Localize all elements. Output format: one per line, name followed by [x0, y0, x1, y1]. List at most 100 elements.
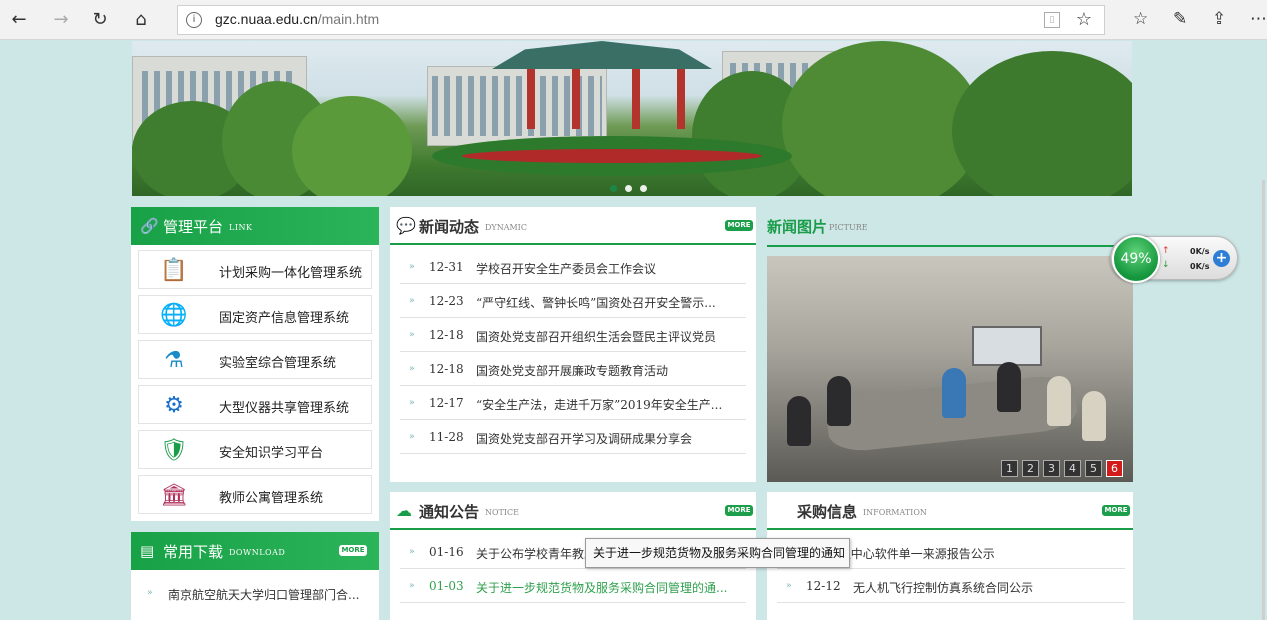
bullet-icon: »	[409, 432, 415, 442]
download-more-button[interactable]: MORE	[339, 545, 367, 556]
notice-date: 01-03	[429, 579, 464, 593]
photo-page-button[interactable]: 3	[1043, 460, 1060, 477]
forward-icon[interactable]: →	[50, 9, 72, 31]
photo-page-button[interactable]: 5	[1085, 460, 1102, 477]
more-menu-icon[interactable]: ⋯	[1250, 9, 1267, 29]
favorite-star-icon[interactable]: ☆	[1076, 9, 1092, 30]
sys-item-lab[interactable]: ⚗ 实验室综合管理系统	[138, 340, 372, 379]
pavilion-column	[527, 69, 535, 129]
purchase-subtitle: INFORMATION	[863, 508, 927, 517]
news-photo[interactable]: 123456	[767, 256, 1133, 482]
news-title: 新闻动态	[419, 218, 480, 236]
photo-page-button[interactable]: 1	[1001, 460, 1018, 477]
purchase-more-button[interactable]: MORE	[1102, 505, 1130, 516]
management-header: 🔗 管理平台 LINK	[131, 207, 379, 245]
sys-item-instruments[interactable]: ⚙ 大型仪器共享管理系统	[138, 385, 372, 424]
download-item-text: 南京航空航天大学归口管理部门合...	[168, 588, 360, 602]
bullet-icon: »	[409, 581, 415, 591]
globe-refresh-icon: 🌐	[160, 303, 188, 328]
chat-icon: 💬	[396, 216, 416, 235]
news-item[interactable]: » 11-28 国资处党支部召开学习及调研成果分享会	[400, 420, 746, 454]
pictures-subtitle: PICTURE	[829, 223, 868, 232]
news-date: 12-31	[429, 260, 464, 274]
news-item[interactable]: » 12-18 国资处党支部开展廉政专题教育活动	[400, 352, 746, 386]
link-icon: 🔗	[140, 217, 159, 235]
notice-date: 01-16	[429, 545, 464, 559]
cloud-download-icon: ☁	[396, 501, 412, 520]
sys-label: 大型仪器共享管理系统	[219, 401, 350, 416]
gear-instrument-icon: ⚙	[164, 393, 184, 418]
photo-page-button[interactable]: 4	[1064, 460, 1081, 477]
favorites-list-icon[interactable]: ☆	[1133, 9, 1148, 29]
page-scrollbar[interactable]	[1262, 180, 1265, 620]
news-text: 学校召开安全生产委员会工作会议	[476, 262, 657, 276]
projection-screen	[972, 326, 1042, 366]
news-text: 国资处党支部开展廉政专题教育活动	[476, 364, 669, 378]
person	[787, 396, 811, 446]
news-item[interactable]: » 12-17 “安全生产法，走进千万家”2019年安全生产...	[400, 386, 746, 420]
share-icon[interactable]: ⇪	[1212, 9, 1226, 29]
news-date: 12-23	[429, 294, 464, 308]
sys-item-apartment[interactable]: 🏛 教师公寓管理系统	[138, 475, 372, 514]
notice-more-button[interactable]: MORE	[725, 505, 753, 516]
home-icon[interactable]: ⌂	[130, 9, 152, 31]
purchase-title: 采购信息	[797, 503, 858, 521]
bullet-icon: »	[147, 588, 153, 598]
photo-page-button[interactable]: 6	[1106, 460, 1123, 477]
browser-toolbar: ← → ↻ ⌂ i gzc.nuaa.edu.cn/main.htm ▯ ☆ ☆…	[0, 0, 1267, 40]
news-item[interactable]: » 12-23 “严守红线、警钟长鸣”国资处召开安全警示...	[400, 284, 746, 318]
refresh-icon[interactable]: ↻	[89, 9, 111, 31]
news-item[interactable]: » 12-31 学校召开安全生产委员会工作会议	[400, 250, 746, 284]
person	[1082, 391, 1106, 441]
sys-item-safety[interactable]: 🛡 安全知识学习平台	[138, 430, 372, 469]
sys-item-fixed-assets[interactable]: 🌐 固定资产信息管理系统	[138, 295, 372, 334]
address-bar[interactable]: i gzc.nuaa.edu.cn/main.htm ▯ ☆	[177, 5, 1105, 35]
download-item[interactable]: » 南京航空航天大学归口管理部门合...	[131, 576, 379, 610]
bullet-icon: »	[409, 547, 415, 557]
notice-header: ☁ 通知公告 NOTICE MORE	[390, 492, 756, 530]
pavilion-roof	[492, 41, 712, 69]
news-subtitle: DYNAMIC	[485, 223, 527, 232]
news-header: 💬 新闻动态 DYNAMIC MORE	[390, 207, 756, 245]
sys-item-procurement[interactable]: 📋 计划采购一体化管理系统	[138, 250, 372, 289]
photo-page-button[interactable]: 2	[1022, 460, 1039, 477]
url-text[interactable]: gzc.nuaa.edu.cn/main.htm	[215, 11, 379, 27]
news-item[interactable]: » 12-18 国资处党支部召开组织生活会暨民主评议党员	[400, 318, 746, 352]
banner-dot[interactable]	[625, 185, 632, 192]
sys-label: 计划采购一体化管理系统	[219, 266, 363, 281]
sys-label: 固定资产信息管理系统	[219, 311, 350, 326]
news-date: 11-28	[429, 430, 464, 444]
clipboard-icon: 📋	[160, 258, 188, 283]
banner-dot[interactable]	[610, 185, 617, 192]
download-header: ▤ 常用下载 DOWNLOAD MORE	[131, 532, 379, 570]
download-panel: ▤ 常用下载 DOWNLOAD MORE » 南京航空航天大学归口管理部门合..…	[131, 532, 379, 620]
notice-text: 关于进一步规范货物及服务采购合同管理的通...	[476, 581, 728, 595]
pictures-header: 新闻图片 PICTURE	[767, 207, 1133, 247]
news-more-button[interactable]: MORE	[725, 220, 753, 231]
person	[827, 376, 851, 426]
document-icon: ▤	[140, 542, 155, 560]
purchase-header: 采购信息 INFORMATION MORE	[767, 492, 1133, 530]
upload-speed: 0K/s	[1190, 247, 1210, 256]
person	[942, 368, 966, 418]
notice-title: 通知公告	[419, 503, 480, 521]
reading-view-icon[interactable]: ▯	[1044, 12, 1060, 28]
back-icon[interactable]: ←	[8, 9, 30, 31]
banner-dot[interactable]	[640, 185, 647, 192]
pavilion-column	[677, 69, 685, 129]
purchase-date: 12-12	[806, 579, 841, 593]
campus-banner[interactable]	[132, 41, 1132, 196]
widget-plus-icon[interactable]: +	[1213, 250, 1230, 267]
flower-bed	[462, 149, 762, 163]
purchase-item[interactable]: » 12-12 无人机飞行控制仿真系统合同公示	[777, 569, 1125, 603]
download-arrow-icon: ↓	[1162, 260, 1170, 270]
management-title: 管理平台	[163, 218, 224, 236]
news-text: 国资处党支部召开组织生活会暨民主评议党员	[476, 330, 717, 344]
news-date: 12-17	[429, 396, 464, 410]
pen-icon[interactable]: ✎	[1173, 9, 1187, 29]
info-icon[interactable]: i	[186, 12, 202, 28]
notice-item[interactable]: » 01-03 关于进一步规范货物及服务采购合同管理的通...	[400, 569, 746, 603]
bullet-icon: »	[409, 398, 415, 408]
net-percent-gauge[interactable]: 49%	[1112, 235, 1160, 283]
photo-pager: 123456	[997, 457, 1123, 477]
